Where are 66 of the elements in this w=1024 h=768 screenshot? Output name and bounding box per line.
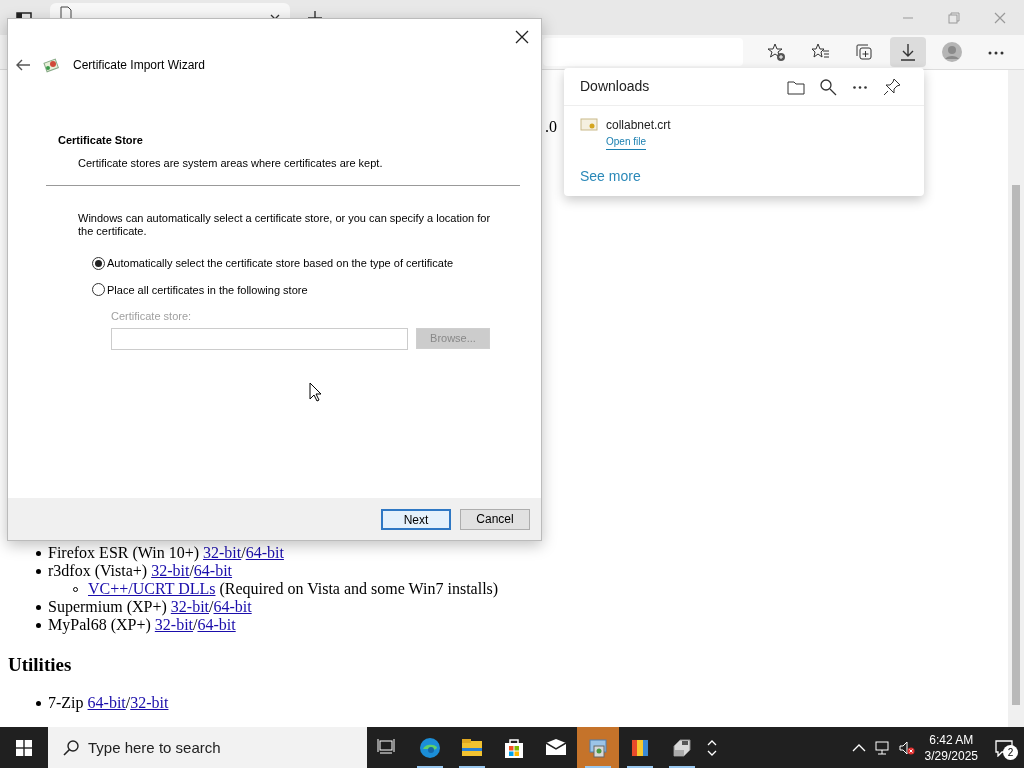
browser-icon xyxy=(419,736,441,759)
more-icon xyxy=(988,50,1004,55)
message-icon xyxy=(994,738,1014,757)
see-more-link[interactable]: See more xyxy=(580,166,641,187)
download-link[interactable]: 32-bit xyxy=(203,544,242,561)
clock[interactable]: 6:42 AM 3/29/2025 xyxy=(918,731,984,764)
open-file-link[interactable]: Open file xyxy=(606,134,647,150)
bullet-icon xyxy=(36,701,41,706)
volume-muted-icon xyxy=(898,740,915,757)
chevron-icon xyxy=(707,738,717,757)
bullet-icon xyxy=(36,569,41,574)
radio-button[interactable] xyxy=(92,283,105,297)
download-link[interactable]: 32-bit xyxy=(130,694,169,711)
favorite-add-icon xyxy=(766,42,786,62)
radio-button[interactable] xyxy=(92,256,105,270)
page-icon xyxy=(60,6,72,20)
certificate-file-icon xyxy=(580,116,598,132)
cursor-icon xyxy=(309,382,322,402)
clock-time: 6:42 AM xyxy=(928,731,975,748)
drive-icon xyxy=(671,736,693,759)
download-link[interactable]: VC++/UCRT DLLs xyxy=(88,580,216,597)
back-icon[interactable] xyxy=(15,58,31,72)
pin-icon xyxy=(883,77,901,96)
download-link[interactable]: 32-bit xyxy=(151,562,190,579)
download-link[interactable]: 32-bit xyxy=(154,616,194,633)
dialog-button[interactable]: Next xyxy=(381,508,451,530)
store-icon xyxy=(503,736,525,759)
dialog-button[interactable]: Cancel xyxy=(460,508,530,530)
radio-option[interactable]: Automatically select the certificate store based on the type of certificate xyxy=(92,255,541,272)
downloads-button[interactable] xyxy=(890,37,926,67)
radio-option[interactable]: Place all certificates in the following store xyxy=(92,281,541,298)
bullet-icon xyxy=(36,605,41,610)
download-link[interactable]: 32-bit xyxy=(170,598,209,615)
page-text: .0 xyxy=(545,118,557,135)
section-heading: Utilities xyxy=(8,654,73,676)
section-heading: Certificate Store xyxy=(58,133,144,148)
installer-icon xyxy=(587,736,609,759)
close-icon xyxy=(515,29,529,44)
download-link[interactable]: 64-bit xyxy=(213,598,252,615)
dialog-title: Certificate Import Wizard xyxy=(73,57,206,74)
more-icon xyxy=(853,85,867,89)
section-description: Certificate stores are system areas where certificates are kept. xyxy=(78,155,384,171)
panel-title: Downloads xyxy=(580,77,651,96)
network-icon xyxy=(874,740,891,757)
profile-icon xyxy=(942,42,962,62)
search-icon xyxy=(819,77,837,96)
scrollbar[interactable] xyxy=(1008,70,1024,727)
download-link[interactable]: 64-bit xyxy=(245,544,284,561)
clock-date: 3/29/2025 xyxy=(924,747,978,764)
notifications-button[interactable]: 2 xyxy=(984,727,1024,768)
search-icon xyxy=(62,739,80,757)
instruction-text: Windows can automatically select a certificate store, or you can specify a location for the certificate. xyxy=(78,212,491,238)
windows-icon xyxy=(16,740,32,757)
bullet-icon xyxy=(36,623,41,628)
field-label: Certificate store: xyxy=(111,309,193,324)
download-link[interactable]: 64-bit xyxy=(197,616,236,633)
notification-count: 2 xyxy=(1003,745,1018,760)
search-field[interactable]: Type here to search xyxy=(48,727,367,768)
scrollbar-thumb[interactable] xyxy=(1012,185,1020,705)
download-link[interactable]: 64-bit xyxy=(87,694,126,711)
bullet-icon xyxy=(36,551,41,556)
downloads-icon xyxy=(898,42,918,62)
file-name: collabnet.crt xyxy=(606,117,671,134)
folder-icon xyxy=(461,736,483,759)
collections-icon xyxy=(854,42,874,62)
download-link[interactable]: 64-bit xyxy=(193,562,233,579)
